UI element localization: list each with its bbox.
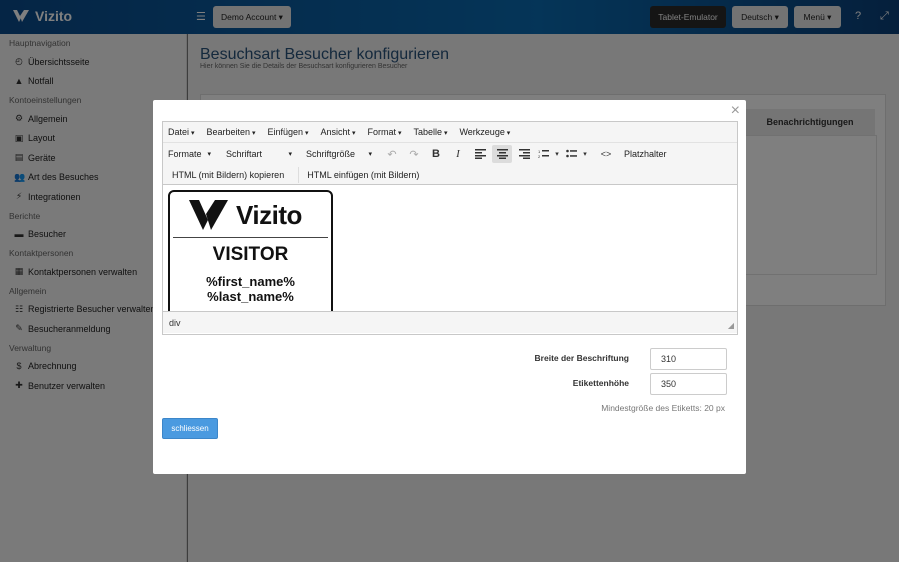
badge-logo: Vizito [188, 198, 302, 232]
min-size-hint: Mindestgröße des Etiketts: 20 px [601, 403, 725, 413]
rich-text-editor: Datei Bearbeiten Einfügen Ansicht Format Tabe… [162, 121, 738, 335]
editor-content-area[interactable]: Vizito VISITOR %first_name% %last_name% [163, 185, 737, 311]
vizito-badge-logo-icon [189, 200, 228, 230]
formats-label: Formate [168, 149, 202, 159]
toolbar-divider [298, 166, 300, 183]
bullet-list-chevron-icon[interactable]: ▾ [580, 145, 590, 163]
italic-icon[interactable]: I [448, 145, 468, 163]
numbered-list-chevron-icon[interactable]: ▾ [552, 145, 562, 163]
menu-item[interactable]: Bearbeiten [206, 127, 255, 137]
resize-handle-icon[interactable]: ◢ [728, 321, 734, 330]
badge-last-name: %last_name% [207, 289, 294, 304]
menu-item[interactable]: Einfügen [268, 127, 309, 137]
font-family-dropdown[interactable]: Schriftart ▾ [226, 149, 292, 159]
menu-item[interactable]: Tabelle [413, 127, 447, 137]
source-code-icon[interactable]: <> [596, 145, 616, 163]
editor-toolbar: Formate ▾ Schriftart ▾ Schriftgröße ▾ ↶ ↷ B… [163, 143, 737, 165]
undo-icon[interactable]: ↶ [382, 145, 402, 163]
copy-html-button[interactable]: HTML (mit Bildern) kopieren [172, 170, 284, 180]
badge-visitor-heading: VISITOR [212, 244, 289, 265]
badge-first-name: %first_name% [206, 274, 295, 289]
editor-toolbar-secondary: HTML (mit Bildern) kopieren HTML einfüge… [163, 165, 737, 185]
paste-html-button[interactable]: HTML einfügen (mit Bildern) [307, 170, 419, 180]
formats-dropdown[interactable]: Formate ▾ [168, 149, 212, 159]
top-header: Vizito ☰ Demo Account ▾ Tablet-Emulator … [0, 0, 899, 34]
label-height-input[interactable] [650, 373, 727, 395]
numbered-list-icon[interactable]: 12 [536, 145, 550, 163]
close-icon[interactable]: × [731, 102, 740, 120]
font-family-label: Schriftart [226, 149, 263, 159]
label-width-label: Breite der Beschriftung [534, 353, 629, 363]
svg-text:2: 2 [538, 154, 541, 159]
badge-divider [173, 237, 328, 238]
menu-item[interactable]: Datei [168, 127, 194, 137]
bullet-list-icon[interactable] [564, 145, 578, 163]
label-width-input[interactable] [650, 348, 727, 370]
editor-statusbar: div ◢ [163, 311, 737, 333]
badge-logo-text: Vizito [236, 199, 302, 230]
bold-icon[interactable]: B [426, 145, 446, 163]
menu-item[interactable]: Ansicht [321, 127, 356, 137]
label-height-label: Etikettenhöhe [572, 378, 629, 388]
label-editor-modal: × Datei Bearbeiten Einfügen Ansicht Format Ta… [153, 100, 746, 474]
header-dim [0, 0, 899, 34]
placeholder-button[interactable]: Platzhalter [624, 149, 667, 159]
badge-preview: Vizito VISITOR %first_name% %last_name% [168, 190, 333, 311]
badge-name-placeholders: %first_name% %last_name% [170, 274, 331, 304]
editor-menubar: Datei Bearbeiten Einfügen Ansicht Format Tabe… [163, 122, 737, 143]
menu-item[interactable]: Werkzeuge [459, 127, 510, 137]
element-path[interactable]: div [169, 318, 181, 328]
menu-item[interactable]: Format [367, 127, 401, 137]
align-left-icon[interactable] [470, 145, 490, 163]
font-size-dropdown[interactable]: Schriftgröße ▾ [306, 149, 372, 159]
close-button[interactable]: schliessen [162, 418, 218, 439]
redo-icon[interactable]: ↷ [404, 145, 424, 163]
align-center-icon[interactable] [492, 145, 512, 163]
align-right-icon[interactable] [514, 145, 534, 163]
font-size-label: Schriftgröße [306, 149, 356, 159]
